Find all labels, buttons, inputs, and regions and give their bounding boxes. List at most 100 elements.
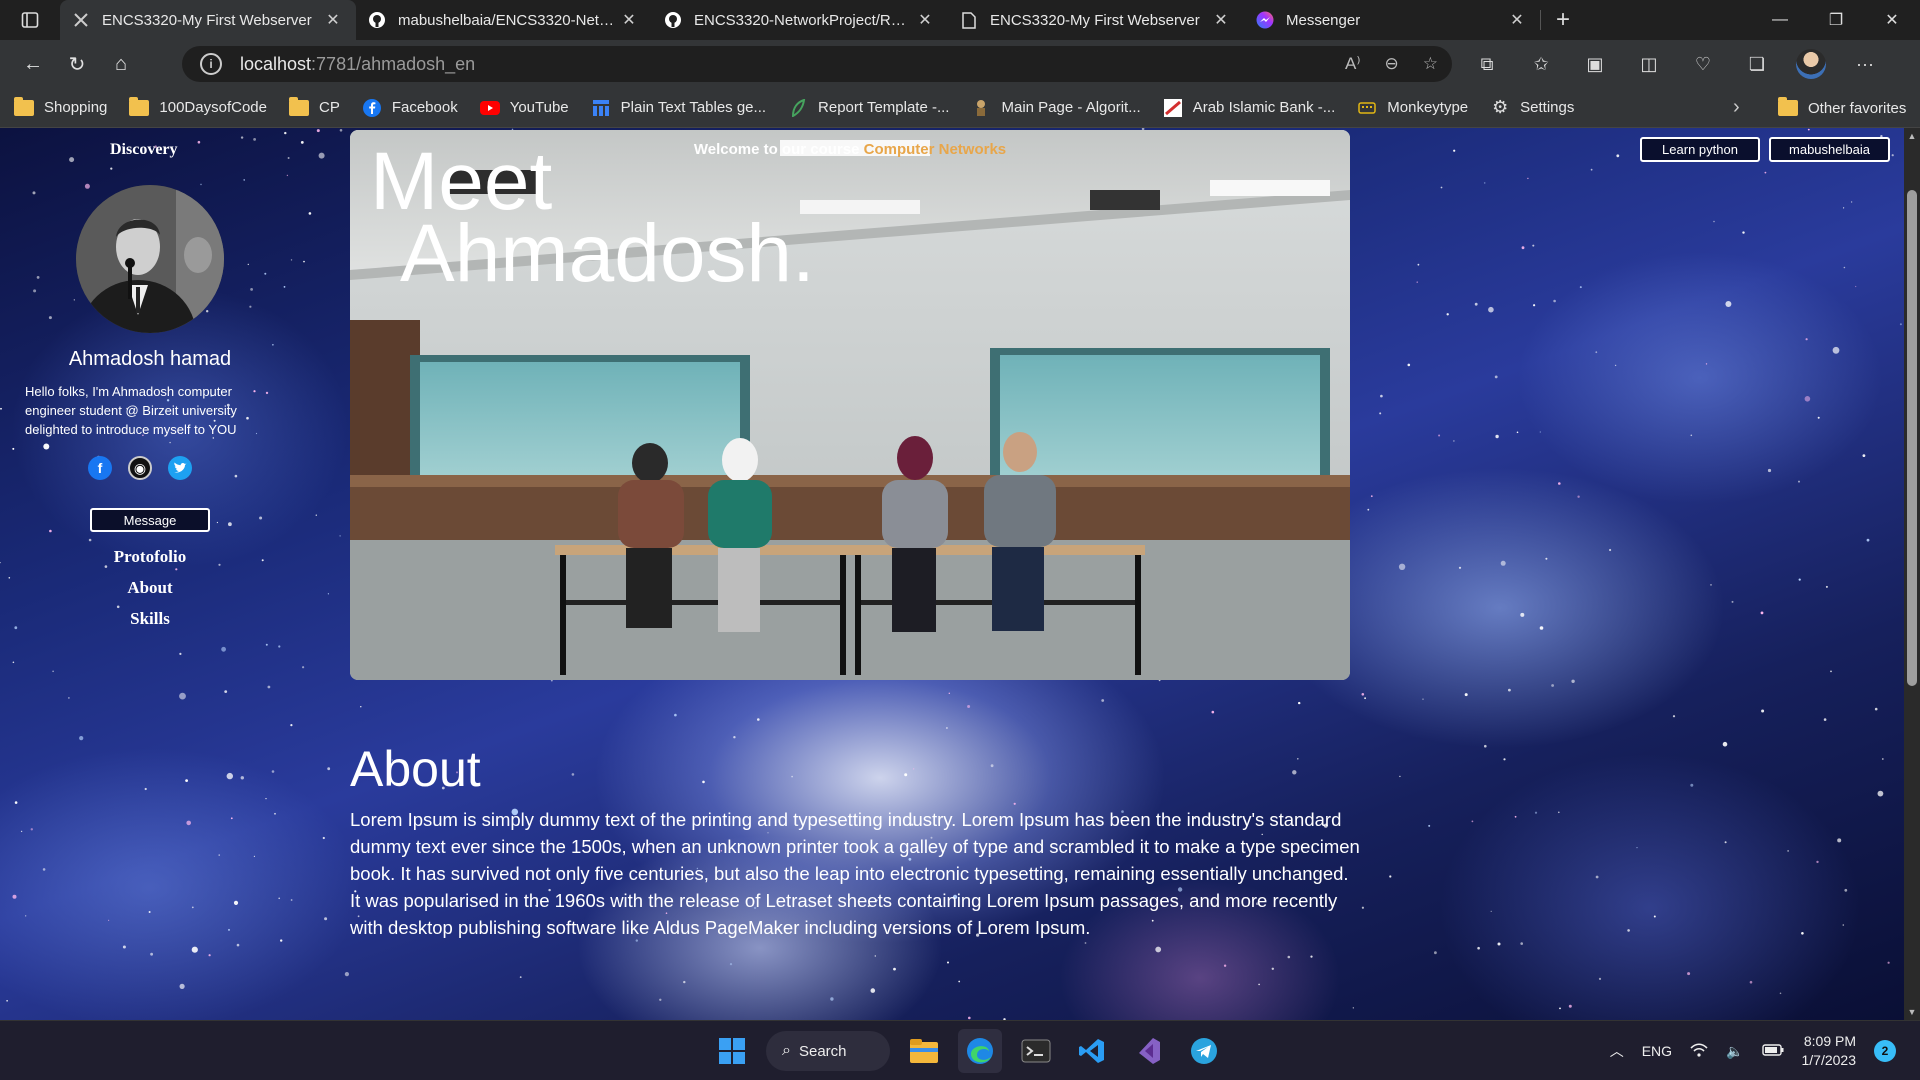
- bookmark-facebook[interactable]: Facebook: [362, 98, 458, 117]
- tab-github-file[interactable]: ENCS3320-NetworkProject/R2E.jl ✕: [652, 0, 948, 40]
- scrollbar-thumb[interactable]: [1907, 190, 1917, 686]
- bookmark-label: CP: [318, 99, 340, 116]
- read-aloud-icon[interactable]: A⁾: [1345, 54, 1361, 74]
- chevron-right-icon[interactable]: ›: [1733, 96, 1740, 119]
- nav-link-protofolio[interactable]: Protofolio: [0, 541, 300, 572]
- bookmark-shopping[interactable]: Shopping: [14, 96, 108, 117]
- toolbar: ← ↻ ⌂ i localhost:7781/ahmadosh_en A⁾ ⊖ …: [0, 40, 1920, 88]
- tab-title: mabushelbaia/ENCS3320-Netwo: [398, 11, 618, 29]
- taskbar: ⌕ Search ︿ ENG 🔈 8:09 PM 1/7/2023 2: [0, 1020, 1920, 1080]
- add-favorite-icon[interactable]: ☆: [1423, 54, 1438, 74]
- taskbar-search[interactable]: ⌕ Search: [766, 1031, 890, 1071]
- about-heading: About: [350, 741, 481, 797]
- tab-github-repo[interactable]: mabushelbaia/ENCS3320-Netwo ✕: [356, 0, 652, 40]
- bookmark-label: YouTube: [509, 99, 569, 116]
- back-icon[interactable]: ←: [11, 44, 55, 84]
- facebook-icon: [362, 98, 382, 117]
- visual-studio-icon[interactable]: [1126, 1029, 1170, 1073]
- sidebar: Discovery Ahmadosh hamad Hello folks, I'…: [0, 128, 300, 1020]
- nav-link-skills[interactable]: Skills: [0, 603, 300, 634]
- close-icon[interactable]: ✕: [914, 9, 936, 31]
- more-options-icon[interactable]: ···: [1848, 47, 1882, 81]
- bookmark-plain-text-tables[interactable]: Plain Text Tables ge...: [591, 99, 766, 117]
- message-button[interactable]: Message: [90, 508, 210, 532]
- language-indicator[interactable]: ENG: [1642, 1043, 1672, 1059]
- browser-essentials-icon[interactable]: ♡: [1686, 47, 1720, 81]
- close-icon[interactable]: ✕: [1210, 9, 1232, 31]
- scroll-down-icon[interactable]: ▼: [1904, 1004, 1920, 1020]
- file-explorer-icon[interactable]: [902, 1029, 946, 1073]
- tab-webserver-2[interactable]: ENCS3320-My First Webserver ✕: [948, 0, 1244, 40]
- windows-start-icon[interactable]: [710, 1029, 754, 1073]
- bookmark-label: Facebook: [391, 99, 458, 116]
- page-scrollbar[interactable]: ▲ ▼: [1904, 128, 1920, 1020]
- tab-actions-icon[interactable]: [0, 0, 60, 40]
- tab-webserver-active[interactable]: ENCS3320-My First Webserver ✕: [60, 0, 356, 40]
- search-icon: ⌕: [782, 1042, 791, 1059]
- bookmark-100daysofcode[interactable]: 100DaysofCode: [129, 96, 267, 117]
- vscode-icon[interactable]: [1070, 1029, 1114, 1073]
- history-icon[interactable]: ◫: [1632, 47, 1666, 81]
- youtube-icon: [479, 99, 500, 117]
- bookmark-label: Shopping: [44, 99, 108, 116]
- bookmark-other-favorites[interactable]: Other favorites: [1778, 88, 1906, 128]
- home-icon[interactable]: ⌂: [99, 44, 143, 84]
- new-tab-button[interactable]: +: [1541, 0, 1585, 40]
- github-icon: [664, 11, 682, 29]
- profile-avatar[interactable]: [1794, 47, 1828, 81]
- course-name: Computer Networks: [863, 141, 1007, 158]
- restore-icon[interactable]: ❐: [1808, 0, 1864, 40]
- tab-messenger[interactable]: Messenger ✕: [1244, 0, 1540, 40]
- refresh-icon[interactable]: ↻: [55, 44, 99, 84]
- bank-icon: [1163, 98, 1183, 117]
- bookmark-algorithms[interactable]: Main Page - Algorit...: [971, 99, 1141, 117]
- folder-icon: [129, 96, 150, 117]
- address-bar[interactable]: i localhost:7781/ahmadosh_en A⁾ ⊖ ☆: [182, 46, 1452, 82]
- collections-icon[interactable]: ▣: [1578, 47, 1612, 81]
- bookmark-settings[interactable]: ⚙ Settings: [1490, 97, 1574, 117]
- bookmark-cp[interactable]: CP: [288, 96, 340, 117]
- learn-python-button[interactable]: Learn python: [1640, 137, 1760, 162]
- close-icon[interactable]: ✕: [618, 9, 640, 31]
- battery-icon[interactable]: [1761, 1043, 1784, 1059]
- twitter-icon[interactable]: [168, 456, 192, 480]
- webserver-icon: [72, 11, 90, 29]
- sidebar-title: Discovery: [110, 141, 178, 158]
- bookmark-monkeytype[interactable]: Monkeytype: [1357, 99, 1468, 117]
- scroll-up-icon[interactable]: ▲: [1904, 128, 1920, 144]
- minimize-icon[interactable]: —: [1752, 0, 1808, 40]
- tab-bar: ENCS3320-My First Webserver ✕ mabushelba…: [0, 0, 1920, 40]
- tab-title: ENCS3320-My First Webserver: [990, 11, 1200, 29]
- document-icon: [960, 11, 978, 29]
- workspaces-icon[interactable]: ❏: [1740, 47, 1774, 81]
- keyboard-icon: [1357, 99, 1377, 117]
- edge-browser-icon[interactable]: [958, 1029, 1002, 1073]
- facebook-icon[interactable]: f: [88, 456, 112, 480]
- leaf-icon: [788, 98, 808, 117]
- volume-icon[interactable]: 🔈: [1726, 1043, 1743, 1060]
- favorites-icon[interactable]: ✩: [1524, 47, 1558, 81]
- close-window-icon[interactable]: ✕: [1864, 0, 1920, 40]
- telegram-icon[interactable]: [1182, 1029, 1226, 1073]
- url-text[interactable]: localhost:7781/ahmadosh_en: [240, 54, 475, 75]
- close-icon[interactable]: ✕: [1506, 9, 1528, 31]
- window-controls: — ❐ ✕: [1752, 0, 1920, 40]
- site-info-icon[interactable]: i: [200, 53, 222, 75]
- github-icon[interactable]: ◉: [128, 456, 152, 480]
- close-icon[interactable]: ✕: [322, 9, 344, 31]
- clock[interactable]: 8:09 PM 1/7/2023: [1802, 1032, 1857, 1070]
- zoom-icon[interactable]: ⊖: [1385, 54, 1399, 74]
- bookmark-report-template[interactable]: Report Template -...: [788, 98, 949, 117]
- bookmark-youtube[interactable]: YouTube: [479, 99, 569, 117]
- about-paragraph: Lorem Ipsum is simply dummy text of the …: [350, 809, 1360, 938]
- nav-link-about[interactable]: About: [0, 572, 300, 603]
- terminal-icon[interactable]: [1014, 1029, 1058, 1073]
- address-bar-actions: A⁾ ⊖ ☆: [1345, 46, 1438, 82]
- social-links: f ◉: [88, 456, 192, 480]
- bookmark-arab-islamic-bank[interactable]: Arab Islamic Bank -...: [1163, 98, 1335, 117]
- wifi-icon[interactable]: [1690, 1042, 1708, 1060]
- chevron-up-icon[interactable]: ︿: [1610, 1041, 1624, 1061]
- extensions-icon[interactable]: ⧉: [1470, 47, 1504, 81]
- notification-badge[interactable]: 2: [1874, 1040, 1896, 1062]
- user-button[interactable]: mabushelbaia: [1769, 137, 1890, 162]
